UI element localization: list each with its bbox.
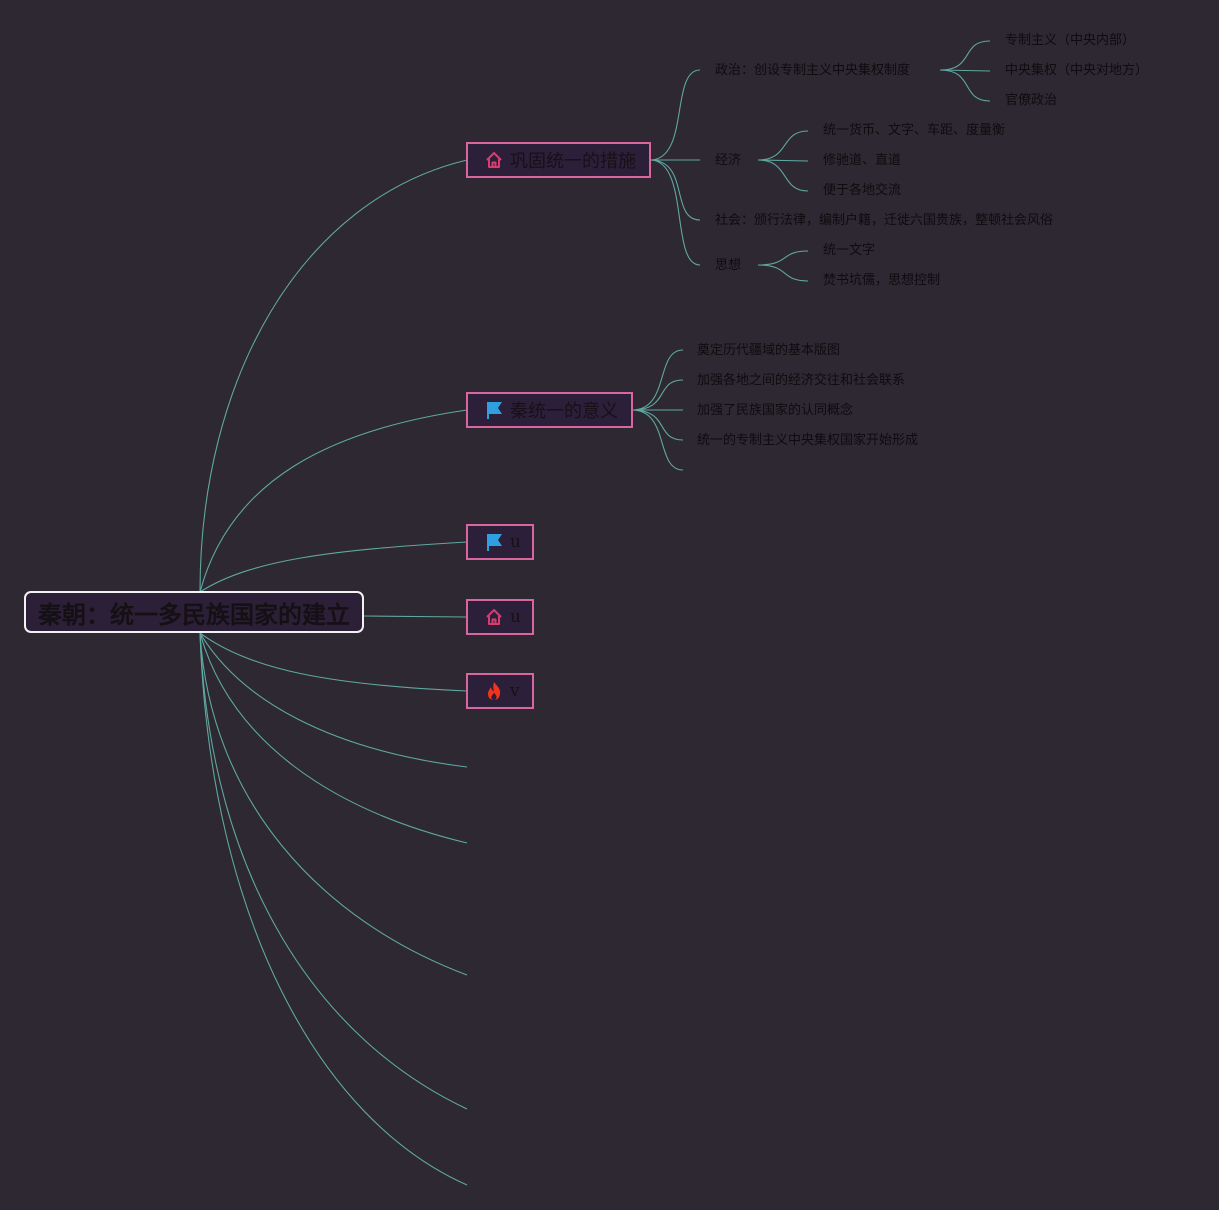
connector bbox=[199, 159, 468, 593]
branch-consolidation-measures[interactable]: 巩固统一的措施 bbox=[466, 142, 651, 178]
connector bbox=[363, 615, 468, 618]
connector bbox=[649, 159, 701, 266]
node-centralization[interactable]: 中央集权（中央对地方） bbox=[1005, 63, 1148, 79]
connector bbox=[199, 632, 468, 976]
branch-label: 秦统一的意义 bbox=[510, 401, 618, 422]
connector bbox=[199, 632, 468, 1186]
connector bbox=[649, 69, 701, 161]
house-icon bbox=[484, 150, 504, 170]
connector bbox=[199, 632, 468, 768]
root-label: 秦朝：统一多民族国家的建立 bbox=[38, 600, 350, 629]
connector bbox=[939, 69, 991, 102]
node-unify-currency[interactable]: 统一货币、文字、车距、度量衡 bbox=[823, 123, 1005, 139]
branch-v-fire[interactable]: v bbox=[466, 673, 534, 709]
node-economic-ties[interactable]: 加强各地之间的经济交往和社会联系 bbox=[697, 373, 905, 389]
node-territory[interactable]: 奠定历代疆域的基本版图 bbox=[697, 343, 840, 359]
connector bbox=[631, 409, 684, 441]
branch-label: v bbox=[510, 681, 520, 701]
node-burn-books[interactable]: 焚书坑儒，思想控制 bbox=[823, 273, 940, 289]
node-unify-writing[interactable]: 统一文字 bbox=[823, 243, 875, 259]
node-national-identity[interactable]: 加强了民族国家的认同概念 bbox=[697, 403, 853, 419]
node-society[interactable]: 社会：颁行法律，编制户籍，迁徙六国贵族，整顿社会风俗 bbox=[715, 213, 1053, 229]
branch-label: u bbox=[510, 607, 521, 627]
connector bbox=[757, 130, 809, 161]
flag-icon bbox=[484, 400, 504, 420]
connector bbox=[199, 632, 468, 1110]
connector bbox=[631, 379, 684, 411]
branch-u-house[interactable]: u bbox=[466, 599, 534, 635]
connector bbox=[199, 541, 468, 593]
flag-icon bbox=[484, 532, 504, 552]
node-thought[interactable]: 思想 bbox=[715, 258, 741, 274]
connector bbox=[757, 159, 809, 192]
node-build-roads[interactable]: 修驰道、直道 bbox=[823, 153, 901, 169]
node-bureaucracy[interactable]: 官僚政治 bbox=[1005, 93, 1057, 109]
connector bbox=[757, 250, 809, 266]
node-politics[interactable]: 政治：创设专制主义中央集权制度 bbox=[715, 63, 910, 79]
branch-significance[interactable]: 秦统一的意义 bbox=[466, 392, 633, 428]
branch-label: 巩固统一的措施 bbox=[510, 151, 636, 172]
branch-label: u bbox=[510, 532, 521, 552]
connector bbox=[199, 409, 468, 593]
node-exchange[interactable]: 便于各地交流 bbox=[823, 183, 901, 199]
fire-icon bbox=[484, 681, 504, 701]
connector bbox=[939, 40, 991, 71]
connector bbox=[199, 632, 468, 844]
node-state-formation[interactable]: 统一的专制主义中央集权国家开始形成 bbox=[697, 433, 918, 449]
house-icon bbox=[484, 607, 504, 627]
connector bbox=[199, 632, 468, 692]
node-economy[interactable]: 经济 bbox=[715, 153, 741, 169]
connector bbox=[757, 264, 809, 282]
root-node[interactable]: 秦朝：统一多民族国家的建立 bbox=[24, 591, 364, 633]
branch-u-flag[interactable]: u bbox=[466, 524, 534, 560]
node-autocracy[interactable]: 专制主义（中央内部） bbox=[1005, 33, 1135, 49]
